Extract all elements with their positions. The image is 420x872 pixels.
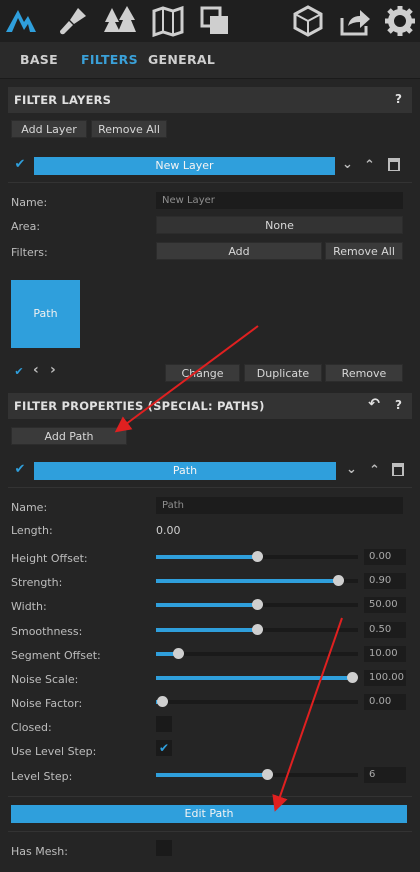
annotation-arrows — [114, 325, 343, 812]
arrow-to-edit-path — [272, 617, 343, 812]
arrow-to-add-path — [114, 325, 259, 433]
